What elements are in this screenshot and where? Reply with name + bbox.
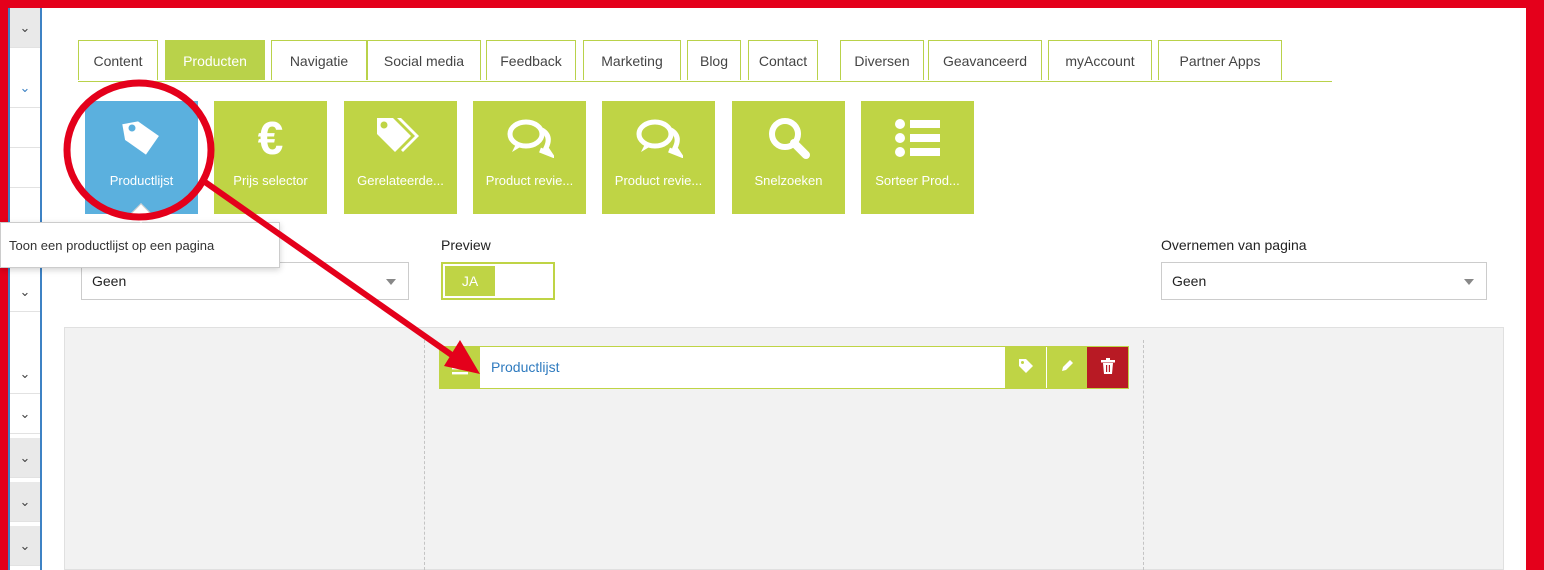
widget-label: Gerelateerde...	[357, 173, 444, 188]
tab-geavanceerd[interactable]: Geavanceerd	[928, 40, 1042, 80]
left-panel-item[interactable]: ⌄	[10, 354, 40, 394]
overnemen-label: Overnemen van pagina	[1161, 237, 1307, 253]
placed-widget-title[interactable]: Productlijst	[491, 359, 559, 375]
tab-blog[interactable]: Blog	[687, 40, 741, 80]
drag-handle-icon[interactable]	[440, 347, 480, 388]
chevron-down-icon: ⌄	[19, 449, 31, 465]
widget-label: Product revie...	[485, 173, 574, 188]
tags-icon	[375, 113, 427, 163]
left-panel-item[interactable]: ⌄	[10, 394, 40, 434]
tab-myaccount[interactable]: myAccount	[1048, 40, 1152, 80]
preview-toggle-value: JA	[445, 266, 495, 296]
overnemen-select-value: Geen	[1172, 273, 1207, 289]
chevron-down-icon: ⌄	[19, 79, 31, 95]
tab-producten[interactable]: Producten	[165, 40, 265, 80]
widget-prijs-selector[interactable]: € Prijs selector	[214, 101, 327, 214]
widget-snelzoeken[interactable]: Snelzoeken	[732, 101, 845, 214]
tab-partner-apps[interactable]: Partner Apps	[1158, 40, 1282, 80]
tab-social-media[interactable]: Social media	[367, 40, 481, 80]
widget-gerelateerde[interactable]: Gerelateerde...	[344, 101, 457, 214]
tab-feedback[interactable]: Feedback	[486, 40, 576, 80]
left-panel-item[interactable]	[10, 148, 40, 188]
caret-down-icon	[1464, 279, 1474, 285]
left-panel-item[interactable]	[10, 108, 40, 148]
pencil-icon	[1059, 358, 1075, 377]
caret-down-icon	[386, 279, 396, 285]
left-panel-item[interactable]: ⌄	[10, 438, 40, 478]
left-panel-item[interactable]: ⌄	[10, 482, 40, 522]
overnemen-select[interactable]: Geen	[1161, 262, 1487, 300]
widget-label: Snelzoeken	[754, 173, 823, 188]
tab-content[interactable]: Content	[78, 40, 158, 80]
widget-label: Productlijst	[109, 173, 174, 188]
preview-toggle[interactable]: JA	[441, 262, 555, 300]
tag-icon	[1018, 358, 1034, 377]
delete-widget-button[interactable]	[1087, 347, 1128, 388]
widget-label: Product revie...	[614, 173, 703, 188]
euro-icon: €	[257, 112, 284, 164]
trash-icon	[1100, 358, 1115, 377]
placed-widget-productlijst[interactable]: Productlijst	[439, 346, 1129, 389]
left-select-value: Geen	[92, 273, 127, 289]
chevron-down-icon: ⌄	[19, 19, 31, 35]
widget-type-button[interactable]	[1005, 347, 1046, 388]
chevron-down-icon: ⌄	[19, 405, 31, 421]
left-panel-item[interactable]: ⌄	[10, 526, 40, 566]
widget-tooltip: Toon een productlijst op een pagina	[0, 222, 280, 268]
tab-marketing[interactable]: Marketing	[583, 40, 681, 80]
widget-label: Sorteer Prod...	[875, 173, 960, 188]
search-icon	[767, 113, 811, 163]
widget-productlijst[interactable]: Productlijst	[85, 101, 198, 214]
widget-sorteer-producten[interactable]: Sorteer Prod...	[861, 101, 974, 214]
widget-label: Prijs selector	[233, 173, 308, 188]
tab-diversen[interactable]: Diversen	[840, 40, 924, 80]
red-frame	[1526, 0, 1544, 570]
comments-icon	[635, 113, 683, 163]
left-panel-item[interactable]: ⌄	[10, 272, 40, 312]
tab-navigatie[interactable]: Navigatie	[271, 40, 367, 80]
column-divider	[1143, 340, 1144, 570]
widget-product-reviews-1[interactable]: Product revie...	[473, 101, 586, 214]
comments-icon	[506, 113, 554, 163]
list-icon	[894, 113, 942, 163]
left-collapsed-panel: ⌄ ⌄ ⌄ ⌄ ⌄ ⌄ ⌄ ⌄	[8, 8, 40, 570]
chevron-down-icon: ⌄	[19, 283, 31, 299]
chevron-down-icon: ⌄	[19, 537, 31, 553]
chevron-down-icon: ⌄	[19, 493, 31, 509]
left-panel-toggle[interactable]: ⌄	[10, 8, 40, 48]
left-panel-item[interactable]: ⌄	[10, 68, 40, 108]
column-divider	[424, 340, 425, 570]
edit-widget-button[interactable]	[1046, 347, 1087, 388]
preview-label: Preview	[441, 237, 491, 253]
chevron-down-icon: ⌄	[19, 365, 31, 381]
red-frame	[0, 0, 1544, 8]
widget-product-reviews-2[interactable]: Product revie...	[602, 101, 715, 214]
tab-contact[interactable]: Contact	[748, 40, 818, 80]
tag-icon	[121, 113, 163, 163]
category-tabs: Content Producten Navigatie Social media…	[78, 40, 1332, 82]
